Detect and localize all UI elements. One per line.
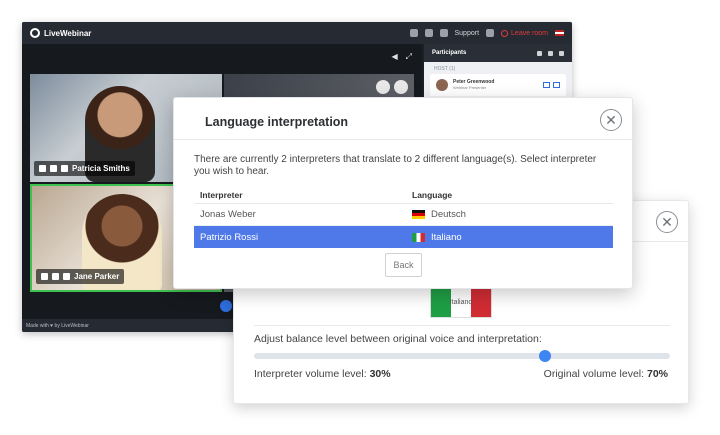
balance-label: Adjust balance level between original vo… [254, 333, 542, 345]
participants-header: Participants [424, 44, 572, 62]
camera-icon[interactable] [52, 273, 59, 280]
tile-controls [376, 80, 408, 94]
interpreter-volume-value: 30% [369, 368, 391, 380]
keyboard-icon[interactable] [439, 29, 448, 37]
language-name: Deutsch [431, 209, 466, 220]
leave-room-label: Leave room [511, 29, 548, 37]
slider-thumb[interactable] [539, 350, 552, 362]
slider-track[interactable] [254, 353, 670, 359]
settings-icon[interactable] [394, 80, 408, 94]
divider [174, 139, 634, 140]
volume-icon[interactable]: ◀ [391, 52, 397, 62]
participant-role: Webinar Presenter [453, 85, 487, 90]
language-cell: Deutsch [412, 209, 466, 220]
microphone-icon[interactable] [39, 165, 46, 172]
snapshot-icon[interactable] [63, 273, 70, 280]
interpreter-name: Jonas Weber [200, 209, 256, 220]
camera-icon[interactable] [50, 165, 57, 172]
pin-icon[interactable] [376, 80, 390, 94]
chat-bubble-icon[interactable] [220, 300, 232, 312]
more-icon[interactable] [548, 50, 553, 56]
screens-icon[interactable] [543, 82, 550, 88]
original-volume: Original volume level: 70% [544, 368, 668, 380]
column-interpreter: Interpreter [200, 189, 243, 200]
host-section-label: HOST (1) [434, 66, 456, 72]
support-link[interactable]: Support [455, 30, 480, 37]
chevron-down-icon[interactable] [559, 50, 564, 56]
support-label: Support [454, 29, 480, 37]
brand-logo: LiveWebinar [30, 28, 91, 38]
brand-name: LiveWebinar [44, 28, 92, 38]
participants-title: Participants [432, 50, 467, 56]
gear-icon[interactable] [537, 50, 542, 56]
video-nametag: Jane Parker [36, 269, 125, 284]
participants-header-actions [537, 50, 564, 56]
original-volume-label: Original volume level: [543, 368, 645, 380]
wifi-icon [409, 29, 418, 37]
table-row[interactable]: Jonas Weber Deutsch [194, 204, 613, 226]
participant-row[interactable]: Peter Greenwood Webinar Presenter [430, 74, 566, 96]
info-icon[interactable] [486, 29, 495, 37]
interpreter-volume-label: Interpreter volume level: [254, 368, 367, 380]
back-button[interactable]: Back [385, 253, 422, 277]
top-bar: LiveWebinar Support Leave room [22, 22, 572, 44]
language-cell: Italiano [412, 232, 462, 243]
interpreter-table: Interpreter Language Jonas Weber Deutsch… [194, 186, 613, 248]
selected-language-label: Italiano [449, 298, 473, 306]
logo-icon [30, 28, 40, 38]
window-icon[interactable] [553, 82, 560, 88]
video-nametag: Patricia Smiths [34, 161, 135, 176]
language-name: Italiano [431, 231, 462, 243]
table-row-selected[interactable]: Patrizio Rossi Italiano [194, 226, 613, 248]
leave-room-button[interactable]: Leave room [501, 29, 548, 37]
participant-name: Jane Parker [74, 272, 120, 281]
interpreter-name: Patrizio Rossi [200, 231, 259, 243]
interpreter-volume: Interpreter volume level: 30% [254, 368, 391, 380]
avatar [436, 79, 448, 91]
close-icon[interactable]: ✕ [600, 109, 622, 131]
participant-name: Patricia Smiths [72, 164, 130, 173]
table-header: Interpreter Language [194, 186, 613, 204]
flag-de-icon [412, 210, 425, 219]
flag-us-icon[interactable] [555, 30, 564, 36]
close-icon[interactable]: ✕ [656, 211, 678, 233]
column-language: Language [412, 189, 453, 200]
divider [254, 325, 670, 326]
flag-it-icon [412, 232, 425, 242]
snapshot-icon[interactable] [61, 165, 68, 172]
participant-info: Peter Greenwood Webinar Presenter [453, 79, 494, 91]
dialog-title: Language interpretation [205, 115, 349, 129]
screens-icon[interactable] [424, 29, 433, 37]
original-volume-value: 70% [646, 368, 668, 380]
balance-slider[interactable] [254, 350, 670, 362]
top-bar-actions: Support Leave room [409, 29, 564, 37]
microphone-icon[interactable] [41, 273, 48, 280]
dialog-description: There are currently 2 interpreters that … [194, 154, 597, 177]
flag-it-icon: Italiano [430, 286, 492, 318]
power-icon [501, 29, 509, 37]
fullscreen-icon[interactable]: ⤢ [406, 52, 412, 62]
participant-actions [543, 82, 560, 88]
language-interpretation-dialog: Language interpretation ✕ There are curr… [173, 97, 634, 289]
stage-tools: ◀ ⤢ [391, 52, 412, 62]
